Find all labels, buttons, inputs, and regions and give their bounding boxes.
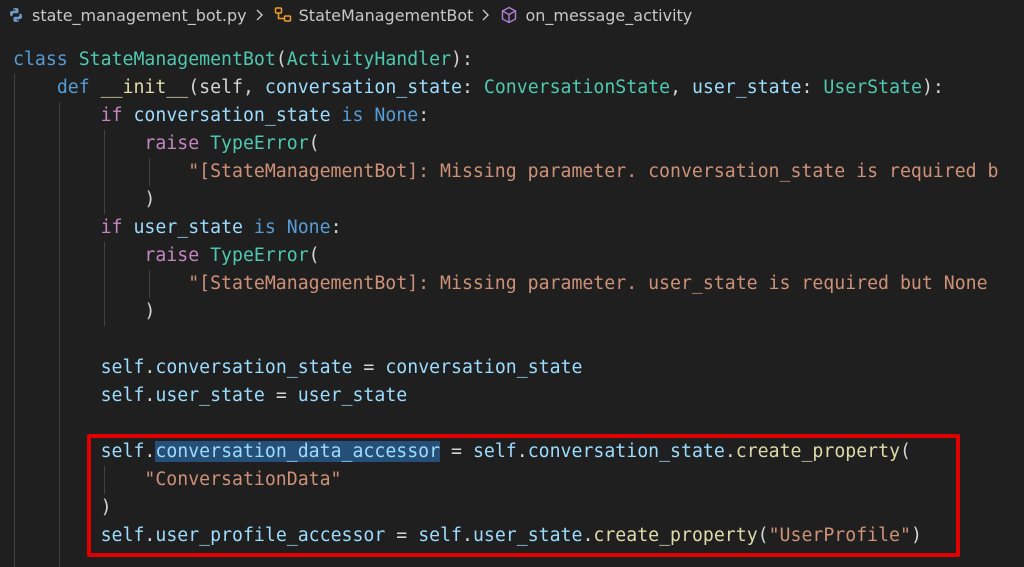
breadcrumb-method[interactable]: on_message_activity [499,5,692,25]
code-line-12: self.user_state = user_state [100,385,408,406]
breadcrumb-file-label: state_management_bot.py [32,5,247,25]
code-line-11: self.conversation_state = conversation_s… [100,357,583,378]
chevron-right-icon [481,9,491,21]
breadcrumb-file[interactable]: state_management_bot.py [6,5,247,25]
code-line-5: "[StateManagementBot]: Missing parameter… [188,161,999,182]
breadcrumb: state_management_bot.py StateManagementB… [0,0,1024,30]
code-line-2: def __init__(self, conversation_state: C… [56,77,944,98]
code-line-7: if user_state is None: [100,217,342,238]
code-line-6: ) [144,189,156,210]
code-line-8: raise TypeError( [144,245,320,266]
breadcrumb-method-label: on_message_activity [525,5,693,25]
chevron-right-icon [255,9,265,21]
class-symbol-icon [273,5,293,25]
code-line-10: ) [144,301,156,322]
red-highlight-box [87,434,960,557]
code-line-3: if conversation_state is None: [100,105,430,126]
python-file-icon [6,5,26,25]
code-line-1: class StateManagementBot(ActivityHandler… [13,49,473,70]
breadcrumb-class-label: StateManagementBot [298,5,474,25]
code-line-4: raise TypeError( [144,133,320,154]
code-line-9: "[StateManagementBot]: Missing parameter… [188,273,988,294]
breadcrumb-class[interactable]: StateManagementBot [273,5,474,25]
method-cube-icon [499,5,519,25]
